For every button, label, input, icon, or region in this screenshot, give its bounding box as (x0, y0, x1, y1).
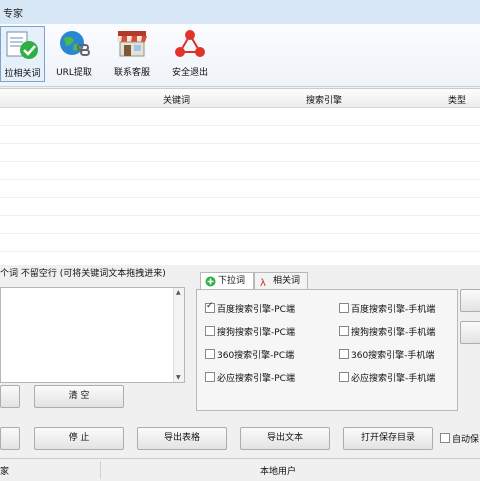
grid-row-line (0, 125, 480, 126)
engine-checkbox[interactable]: 搜狗搜索引擎-手机端 (339, 325, 435, 338)
checkbox-label: 360搜索引擎-PC端 (217, 351, 295, 361)
checkbox-label: 百度搜索引擎-PC端 (217, 305, 295, 315)
exit-icon (173, 29, 207, 62)
toolbar-button-support[interactable]: 联系客服 (105, 26, 159, 80)
checkbox-label: 百度搜索引擎-手机端 (351, 305, 436, 315)
grid-header: 关键词 搜索引擎 类型 (0, 89, 480, 108)
clear-button[interactable]: 清 空 (34, 385, 124, 408)
status-user: 本地用户 (260, 467, 297, 477)
engine-checkbox[interactable]: 必应搜索引擎-PC端 (205, 371, 295, 384)
window-title: 专家 (3, 9, 23, 20)
engine-checkbox[interactable]: 搜狗搜索引擎-PC端 (205, 325, 295, 338)
results-grid[interactable]: 关键词 搜索引擎 类型 (0, 88, 480, 265)
side-button[interactable] (460, 289, 480, 312)
status-separator (100, 461, 101, 479)
side-button[interactable] (460, 321, 480, 344)
checkbox-box[interactable] (339, 303, 349, 313)
engine-checkbox[interactable]: 百度搜索引擎-手机端 (339, 302, 435, 315)
tab-dropdown-words[interactable]: 下拉词 (200, 272, 254, 290)
status-left-text: 家 (0, 467, 10, 477)
checkbox-box[interactable] (205, 349, 215, 359)
checkbox-label: 搜狗搜索引擎-手机端 (351, 328, 436, 338)
toolbar-label: 联系客服 (113, 68, 150, 78)
status-bar: 家 本地用户 (0, 458, 480, 481)
toolbar: 拉相关词 URL提取 联系客服 安全退出 (0, 24, 480, 87)
engine-checkbox[interactable]: 360搜索引擎-PC端 (205, 348, 294, 361)
export-text-button[interactable]: 导出文本 (240, 427, 330, 450)
checkbox-label: 必应搜索引擎-PC端 (217, 374, 295, 384)
toolbar-label: URL提取 (56, 68, 92, 78)
tab-related-words[interactable]: λ 相关词 (254, 272, 308, 290)
engine-checkbox[interactable]: 360搜索引擎-手机端 (339, 348, 434, 361)
engine-checkbox[interactable]: 必应搜索引擎-手机端 (339, 371, 435, 384)
checkbox-box[interactable] (440, 433, 450, 443)
checkbox-label: 必应搜索引擎-手机端 (351, 374, 436, 384)
engine-checkbox[interactable]: 百度搜索引擎-PC端 (205, 301, 295, 315)
export-table-button[interactable]: 导出表格 (137, 427, 227, 450)
column-header-engine[interactable]: 搜索引擎 (306, 93, 342, 106)
tab-label: 相关词 (273, 276, 301, 286)
stop-button[interactable]: 停 止 (34, 427, 124, 450)
checkbox-label: 自动保 (452, 435, 480, 445)
auto-save-checkbox[interactable]: 自动保 (440, 432, 479, 445)
toolbar-button-url-extract[interactable]: URL提取 (48, 26, 100, 80)
toolbar-button-related-words[interactable]: 拉相关词 (0, 26, 45, 82)
grid-row-line (0, 161, 480, 162)
textarea-scrollbar[interactable]: ▲ ▼ (173, 288, 184, 382)
start-button[interactable] (0, 427, 20, 450)
grid-row-line (0, 179, 480, 180)
title-bar: 专家 (0, 0, 480, 25)
grid-row-line (0, 233, 480, 234)
checkbox-box[interactable] (339, 326, 349, 336)
grid-row-line (0, 215, 480, 216)
checkbox-box[interactable] (205, 372, 215, 382)
globe-link-icon (57, 29, 91, 62)
shop-icon (115, 29, 149, 62)
column-header-keyword[interactable]: 关键词 (163, 93, 190, 106)
toolbar-label: 安全退出 (171, 68, 208, 78)
checkbox-box[interactable] (205, 301, 215, 313)
grid-row-line (0, 143, 480, 144)
checkbox-box[interactable] (339, 372, 349, 382)
keyword-input-hint: 个词 不留空行 (可将关键词文本拖拽进来) (0, 269, 166, 279)
checklist-icon (5, 30, 39, 63)
grid-row-line (0, 251, 480, 252)
toolbar-label: 拉相关词 (4, 69, 41, 79)
keyword-textarea[interactable]: ▲ ▼ (0, 287, 185, 383)
checkbox-box[interactable] (205, 326, 215, 336)
checkbox-label: 搜狗搜索引擎-PC端 (217, 328, 295, 338)
column-header-type[interactable]: 类型 (448, 93, 466, 106)
open-save-dir-button[interactable]: 打开保存目录 (343, 427, 433, 450)
toolbar-button-exit[interactable]: 安全退出 (163, 26, 217, 80)
tab-label: 下拉词 (218, 276, 246, 286)
engine-selection-panel: 百度搜索引擎-PC端 百度搜索引擎-手机端 搜狗搜索引擎-PC端 搜狗搜索引擎-… (196, 289, 458, 411)
scroll-up-icon[interactable]: ▲ (176, 289, 181, 296)
checkbox-label: 360搜索引擎-手机端 (351, 351, 435, 361)
scroll-down-icon[interactable]: ▼ (176, 374, 181, 381)
grid-row-line (0, 197, 480, 198)
import-button[interactable] (0, 385, 20, 408)
checkbox-box[interactable] (339, 349, 349, 359)
